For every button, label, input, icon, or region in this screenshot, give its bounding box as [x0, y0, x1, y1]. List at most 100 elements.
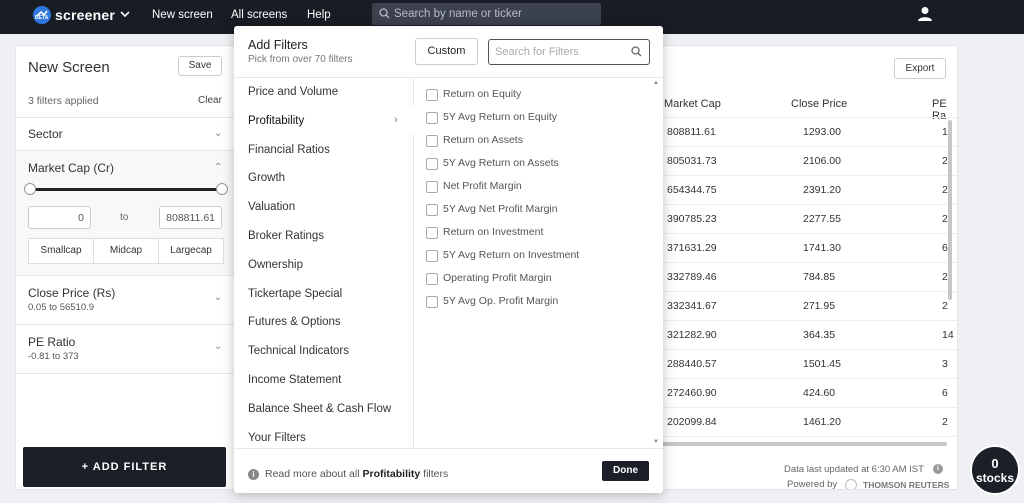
- cell-close-price: 1501.45: [803, 358, 841, 370]
- cell-pe-ratio: 2: [942, 184, 948, 196]
- checkbox[interactable]: [426, 112, 438, 124]
- checkbox[interactable]: [426, 181, 438, 193]
- pe-ratio-filter-label[interactable]: PE Ratio: [28, 335, 75, 349]
- checkbox[interactable]: [426, 273, 438, 285]
- filter-category-label: Your Filters: [248, 431, 306, 444]
- filter-option-label: Operating Profit Margin: [443, 272, 552, 284]
- checkbox[interactable]: [426, 135, 438, 147]
- done-button[interactable]: Done: [602, 461, 649, 481]
- checkbox[interactable]: [426, 296, 438, 308]
- checkbox[interactable]: [426, 89, 438, 101]
- chevron-down-icon[interactable]: ⌄: [214, 341, 222, 352]
- brand-name[interactable]: screener: [55, 7, 115, 23]
- info-icon[interactable]: i: [933, 464, 943, 474]
- market-cap-max-input[interactable]: 808811.61: [159, 206, 222, 229]
- divider: [641, 378, 957, 379]
- divider: [641, 175, 957, 176]
- filter-category-balance-sheet-cash-flow[interactable]: Balance Sheet & Cash Flow: [234, 396, 413, 424]
- cell-close-price: 2277.55: [803, 213, 841, 225]
- cell-pe-ratio: 3: [942, 358, 948, 370]
- export-button[interactable]: Export: [894, 58, 946, 79]
- save-button[interactable]: Save: [178, 56, 222, 76]
- column-header-market-cap[interactable]: Market Cap: [664, 98, 721, 110]
- filter-category-technical-indicators[interactable]: Technical Indicators: [234, 338, 413, 366]
- largecap-button[interactable]: Largecap: [158, 238, 224, 264]
- market-cap-slider-track[interactable]: [29, 188, 222, 191]
- chevron-down-icon[interactable]: [120, 11, 130, 18]
- slider-min-handle[interactable]: [24, 183, 36, 195]
- checkbox[interactable]: [426, 227, 438, 239]
- checkbox[interactable]: [426, 250, 438, 262]
- filter-category-income-statement[interactable]: Income Statement: [234, 367, 413, 395]
- cell-market-cap: 805031.73: [667, 155, 717, 167]
- chevron-up-icon[interactable]: ⌃: [214, 162, 222, 173]
- market-cap-min-input[interactable]: 0: [28, 206, 91, 229]
- chevron-right-icon: ›: [394, 113, 398, 126]
- filter-category-broker-ratings[interactable]: Broker Ratings: [234, 223, 413, 251]
- modal-title: Add Filters: [248, 38, 308, 52]
- cell-pe-ratio: 2: [942, 155, 948, 167]
- filter-category-futures-options[interactable]: Futures & Options: [234, 309, 413, 337]
- divider: [16, 275, 235, 276]
- clear-filters-button[interactable]: Clear: [198, 95, 222, 106]
- divider: [641, 320, 957, 321]
- filter-category-label: Growth: [248, 172, 286, 185]
- close-price-filter-label[interactable]: Close Price (Rs): [28, 286, 115, 300]
- user-account-icon[interactable]: [917, 6, 933, 22]
- nav-all-screens[interactable]: All screens: [231, 9, 287, 21]
- read-more-link[interactable]: Read more about all Profitability filter…: [265, 468, 448, 480]
- custom-filter-button[interactable]: Custom: [415, 38, 478, 65]
- divider: [16, 117, 235, 118]
- filter-category-label: Tickertape Special: [248, 287, 343, 300]
- column-header-close-price[interactable]: Close Price: [791, 98, 847, 110]
- filter-category-profitability[interactable]: Profitability ›: [234, 107, 413, 136]
- add-filters-modal: Add Filters Pick from over 70 filters Cu…: [234, 26, 663, 493]
- chevron-down-icon[interactable]: ⌄: [214, 128, 222, 139]
- scroll-up-arrow-icon[interactable]: ▲: [653, 80, 659, 86]
- filter-category-label: Ownership: [248, 258, 303, 271]
- thomson-reuters-label: THOMSON REUTERS: [863, 480, 950, 490]
- market-cap-filter-label[interactable]: Market Cap (Cr): [28, 161, 114, 175]
- filter-category-financial-ratios[interactable]: Financial Ratios: [234, 137, 413, 165]
- add-filter-button[interactable]: + ADD FILTER: [23, 447, 226, 487]
- sector-filter-label[interactable]: Sector: [28, 127, 63, 141]
- search-icon: [631, 46, 642, 57]
- filter-category-label: Broker Ratings: [248, 230, 325, 242]
- divider: [641, 117, 957, 118]
- cell-market-cap: 321282.90: [667, 329, 717, 341]
- nav-help[interactable]: Help: [307, 9, 331, 21]
- read-more-category: Profitability: [362, 468, 421, 480]
- read-more-suffix: filters: [423, 468, 449, 480]
- filter-category-ownership[interactable]: Ownership: [234, 252, 413, 280]
- filter-category-price-and-volume[interactable]: Price and Volume: [234, 79, 413, 107]
- checkbox[interactable]: [426, 158, 438, 170]
- filter-search-box[interactable]: [488, 39, 650, 65]
- scroll-down-arrow-icon[interactable]: ▼: [653, 439, 659, 445]
- cell-close-price: 2106.00: [803, 155, 841, 167]
- smallcap-button[interactable]: Smallcap: [28, 238, 94, 264]
- filter-category-tickertape-special[interactable]: Tickertape Special: [234, 281, 413, 309]
- horizontal-scrollbar[interactable]: [657, 442, 947, 446]
- vertical-scrollbar[interactable]: [948, 120, 952, 300]
- global-search-bar[interactable]: [372, 3, 601, 25]
- cell-pe-ratio: 2: [942, 213, 948, 225]
- thomson-reuters-logo-icon: [845, 479, 857, 489]
- divider: [413, 78, 414, 106]
- column-header-pe-ratio[interactable]: PE Ra: [932, 98, 957, 122]
- stocks-count-badge[interactable]: 0 stocks: [970, 445, 1020, 495]
- filter-category-valuation[interactable]: Valuation: [234, 194, 413, 222]
- filter-option-label: Return on Assets: [443, 134, 523, 146]
- chevron-down-icon[interactable]: ⌄: [214, 292, 222, 303]
- filter-option-label: Return on Equity: [443, 88, 522, 100]
- search-icon: [379, 8, 390, 19]
- logo-icon[interactable]: BETA: [33, 6, 51, 24]
- data-updated-note: Data last updated at 6:30 AM IST: [784, 464, 924, 475]
- slider-max-handle[interactable]: [216, 183, 228, 195]
- nav-new-screen[interactable]: New screen: [152, 9, 213, 21]
- filter-category-growth[interactable]: Growth: [234, 165, 413, 193]
- global-search-input[interactable]: [394, 5, 594, 23]
- filter-category-list: Price and Volume Profitability › Financial …: [234, 78, 413, 448]
- filter-search-input[interactable]: [495, 44, 625, 60]
- midcap-button[interactable]: Midcap: [93, 238, 159, 264]
- checkbox[interactable]: [426, 204, 438, 216]
